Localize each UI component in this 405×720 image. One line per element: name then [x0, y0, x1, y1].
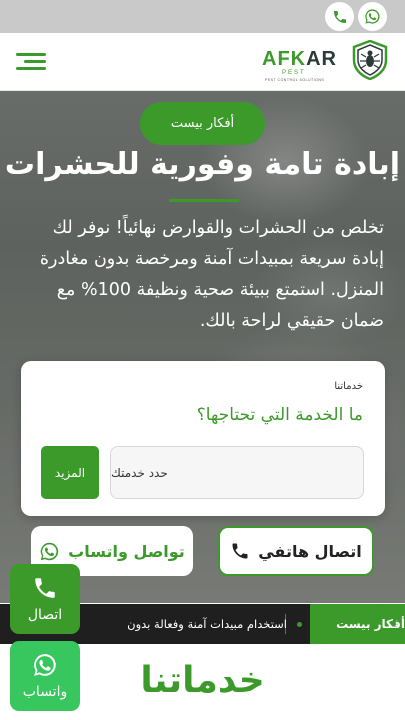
service-search-card: خدماتنا ما الخدمة التي تحتاجها؟ حدد خدمت… — [21, 361, 385, 516]
bug-shield-icon — [352, 40, 388, 80]
floating-whatsapp-label: واتساب — [22, 684, 68, 700]
site-header: AFKAR PEST PEST CONTROL SOLUTIONS — [0, 33, 405, 91]
whatsapp-icon — [365, 9, 380, 24]
ticker-tag-dot — [392, 622, 396, 626]
service-form-question: ما الخدمة التي تحتاجها؟ — [196, 405, 363, 425]
logo-subtitle: PEST — [282, 70, 306, 76]
hero-badge: أفكار بيست — [140, 102, 265, 145]
menu-toggle-icon[interactable] — [16, 53, 46, 71]
brand-logo[interactable]: AFKAR PEST PEST CONTROL SOLUTIONS — [262, 40, 390, 84]
phone-icon — [333, 10, 346, 23]
logo-tagline: PEST CONTROL SOLUTIONS — [265, 78, 325, 82]
call-button-label: اتصال هاتفي — [258, 541, 362, 561]
hero-section: أفكار بيست إبادة تامة وفورية للحشرات تخل… — [0, 91, 405, 603]
floating-call-button[interactable]: اتصال — [10, 564, 80, 634]
floating-call-label: اتصال — [27, 607, 63, 623]
ticker-item-text: استخدام مبيدات آمنة وفعالة بدون — [127, 617, 287, 631]
whatsapp-icon — [40, 542, 59, 560]
hero-description: تخلص من الحشرات والقوارض نهائياً! نوفر ل… — [39, 218, 384, 331]
ticker-item: استخدام مبيدات آمنة وفعالة بدون — [127, 604, 302, 644]
top-phone-button[interactable] — [325, 2, 354, 31]
service-form-label: خدماتنا — [334, 381, 363, 392]
phone-icon — [35, 578, 55, 598]
ticker-tag: أفكار بيست — [310, 604, 405, 644]
hero-title: إبادة تامة وفورية للحشرات — [4, 147, 401, 182]
title-underline — [169, 199, 239, 202]
phone-icon — [232, 543, 248, 559]
top-contact-bar — [0, 0, 405, 33]
more-button[interactable]: المزيد — [41, 446, 99, 499]
whatsapp-button-label: تواصل واتساب — [68, 541, 185, 561]
floating-whatsapp-button[interactable]: واتساب — [10, 641, 80, 711]
top-whatsapp-button[interactable] — [358, 2, 387, 31]
ticker-dot — [297, 621, 302, 627]
whatsapp-icon — [34, 654, 56, 676]
service-select[interactable]: حدد خدمتك — [110, 446, 364, 499]
call-button[interactable]: اتصال هاتفي — [218, 526, 374, 576]
logo-wordmark: AFKAR — [262, 48, 337, 70]
